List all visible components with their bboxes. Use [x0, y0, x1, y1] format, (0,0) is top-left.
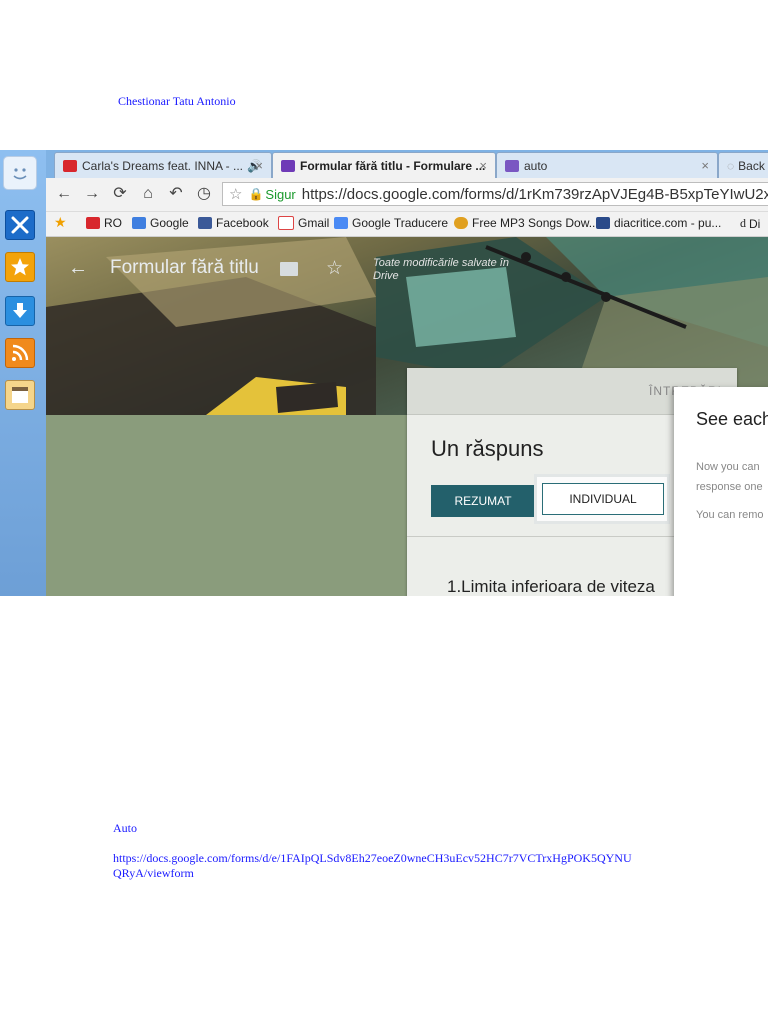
bookmark-star-icon[interactable]: ☆ [229, 185, 242, 203]
tools-icon[interactable] [5, 210, 35, 240]
popup-title: See each [696, 409, 768, 429]
summary-button[interactable]: REZUMAT [431, 485, 535, 517]
close-icon[interactable]: × [701, 158, 709, 173]
lock-icon: 🔒 [248, 187, 264, 201]
tab-label: auto [524, 158, 548, 173]
form-link[interactable]: https://docs.google.com/forms/d/e/1FAIpQ… [113, 851, 632, 866]
google-forms-icon [505, 159, 519, 172]
bookmark-icon: d [740, 216, 746, 230]
tab-carlas-dreams[interactable]: Carla's Dreams feat. INNA - ... 🔊 × [54, 152, 272, 178]
tooltip-popup: See each Now you can response one You ca… [674, 387, 768, 596]
bookmarks-star-icon[interactable]: ★ [54, 214, 67, 231]
rss-icon[interactable] [5, 338, 35, 368]
secure-label: Sigur [265, 186, 296, 202]
bookmark-di[interactable]: d Di [740, 216, 760, 231]
close-icon[interactable]: × [255, 158, 263, 173]
folder-icon[interactable] [280, 262, 298, 276]
bookmarks-bar: ★ RO Google Facebook Gmail Google Traduc… [46, 212, 768, 237]
bookmark-google[interactable]: Google [132, 216, 189, 230]
bookmark-facebook[interactable]: Facebook [198, 216, 269, 230]
bookmark-label: diacritice.com - pu... [614, 216, 722, 230]
popup-line: response one [696, 481, 763, 493]
tab-label: Formular fără titlu - Formulare ... [300, 158, 486, 173]
saved-status: Toate modificările salvate în Drive [373, 257, 509, 282]
diacritice-icon [596, 217, 610, 229]
facebook-icon [198, 217, 212, 229]
bookmark-label: Gmail [298, 216, 330, 230]
navigation-bar: ← → ⟳ ⌂ ↶ ◷ ☆ 🔒 Sigur https://docs.googl… [46, 178, 768, 212]
back-arrow-icon[interactable]: ← [68, 257, 88, 280]
bookmark-label: Free MP3 Songs Dow... [472, 216, 599, 230]
back-arrow-icon[interactable]: ← [54, 184, 74, 204]
form-title[interactable]: Formular fără titlu [110, 257, 259, 279]
document-heading: Chestionar Tatu Antonio [118, 94, 236, 108]
bookmark-gmail[interactable]: Gmail [278, 216, 329, 230]
reload-icon[interactable]: ⟳ [110, 184, 130, 204]
star-icon[interactable]: ☆ [326, 257, 343, 280]
individual-button-highlight: INDIVIDUAL [534, 474, 670, 524]
forward-arrow-icon[interactable]: → [82, 184, 102, 204]
youtube-icon [63, 159, 77, 172]
bookmark-label: Di [749, 216, 761, 231]
popup-text: Now you can response one [696, 457, 763, 497]
document-label: Auto [113, 821, 137, 835]
tab-auto[interactable]: auto × [496, 152, 718, 178]
browser-screenshot: Carla's Dreams feat. INNA - ... 🔊 × Form… [0, 150, 768, 596]
download-icon[interactable] [5, 296, 35, 326]
tab-back[interactable]: ◌ Back [718, 152, 768, 178]
bookmark-label: Google [150, 216, 189, 230]
individual-button[interactable]: INDIVIDUAL [542, 483, 664, 515]
tab-label: Carla's Dreams feat. INNA - ... [82, 158, 243, 173]
tab-label: Back [738, 158, 765, 173]
bookmark-ro[interactable]: RO [86, 216, 122, 230]
google-icon [132, 217, 146, 229]
address-bar[interactable]: ☆ 🔒 Sigur https://docs.google.com/forms/… [222, 182, 768, 206]
popup-line: Now you can [696, 461, 760, 473]
youtube-icon [86, 217, 100, 229]
bookmark-diacritice[interactable]: diacritice.com - pu... [596, 216, 721, 230]
bookmark-label: Facebook [216, 216, 269, 230]
question-title: 1.Limita inferioara de viteza [447, 577, 655, 596]
google-forms-icon [281, 159, 295, 172]
bookmark-label: Google Traducere [352, 216, 449, 230]
response-count: Un răspuns [431, 436, 544, 461]
close-icon[interactable]: × [479, 158, 487, 173]
browser-sidebar [0, 150, 47, 596]
popup-line: You can remo [696, 509, 764, 521]
bookmark-google-traducere[interactable]: Google Traducere [334, 216, 448, 230]
tab-formular[interactable]: Formular fără titlu - Formulare ... × [272, 152, 496, 178]
loading-icon: ◌ [727, 158, 735, 173]
forms-page: ← Formular fără titlu ☆ Toate modificări… [46, 237, 768, 596]
undo-close-icon[interactable]: ↶ [166, 184, 186, 204]
url-text[interactable]: https://docs.google.com/forms/d/1rKm739r… [302, 186, 768, 203]
smiley-icon[interactable] [3, 156, 37, 190]
tab-strip: Carla's Dreams feat. INNA - ... 🔊 × Form… [46, 150, 768, 178]
mp3-icon [454, 217, 468, 229]
home-icon[interactable]: ⌂ [138, 184, 158, 204]
star-icon[interactable] [5, 252, 35, 282]
gmail-icon [278, 216, 294, 230]
form-link-continued[interactable]: QRyA/viewform [113, 866, 194, 881]
history-icon[interactable]: ◷ [194, 184, 214, 204]
translate-icon [334, 217, 348, 229]
bookmark-free-mp3[interactable]: Free MP3 Songs Dow... [454, 216, 599, 230]
bookmark-label: RO [104, 216, 122, 230]
notes-icon[interactable] [5, 380, 35, 410]
